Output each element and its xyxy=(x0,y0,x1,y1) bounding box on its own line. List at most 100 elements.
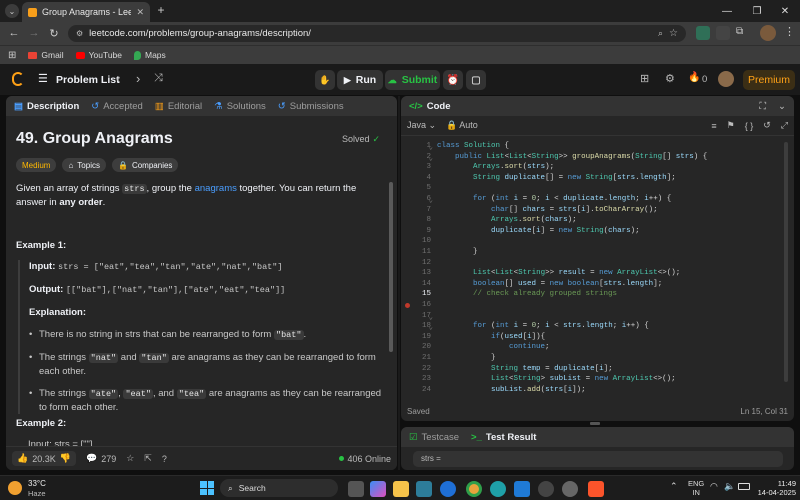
submit-button[interactable]: ☁ Submit xyxy=(385,70,440,90)
description-scrollbar[interactable] xyxy=(389,182,393,352)
tab-title: Group Anagrams - LeetCode xyxy=(42,7,132,17)
tab-close-icon[interactable]: ✕ xyxy=(136,7,144,18)
weather-icon[interactable] xyxy=(8,481,22,495)
address-bar[interactable]: ⚙ leetcode.com/problems/group-anagrams/d… xyxy=(68,25,686,42)
vscode-icon[interactable] xyxy=(514,481,530,497)
collapse-icon[interactable]: ⌄ xyxy=(778,101,786,112)
minimize-icon[interactable]: — xyxy=(712,2,742,20)
history-icon: ↺ xyxy=(277,100,286,112)
extension-icon[interactable] xyxy=(716,26,730,40)
tab-solutions[interactable]: ⚗ Solutions xyxy=(214,101,266,112)
favorite-star-icon[interactable]: ☆ xyxy=(126,453,134,464)
menu-kebab-icon[interactable]: ⋮ xyxy=(784,25,795,38)
thumbs-down-icon[interactable]: 👎 xyxy=(60,453,71,464)
language-select[interactable]: Java ⌄ xyxy=(407,120,436,131)
zoom-icon[interactable]: ⌕ xyxy=(658,28,663,39)
fullscreen-icon[interactable]: ⤢ xyxy=(781,120,788,131)
topics-button[interactable]: ⌂ Topics xyxy=(62,158,106,172)
restore-icon[interactable]: ❐ xyxy=(742,2,772,20)
settings-gear-icon[interactable]: ⚙ xyxy=(665,72,675,85)
bookmark-gmail[interactable]: Gmail xyxy=(28,50,64,60)
input-label: Input: xyxy=(29,261,56,272)
problem-title[interactable]: 49. Group Anagrams xyxy=(16,130,173,148)
streak-fire-icon[interactable]: 🔥 xyxy=(688,72,700,83)
fold-chevron-icon[interactable]: ⌄ xyxy=(423,142,433,152)
clock[interactable]: 11:49 14-04-2025 xyxy=(752,479,796,497)
format-icon[interactable]: ≡ xyxy=(711,121,716,131)
user-avatar[interactable] xyxy=(718,71,734,87)
tab-description[interactable]: ▤ Description xyxy=(14,101,79,112)
app-icon[interactable] xyxy=(538,481,554,497)
layout-grid-icon[interactable]: ⊞ xyxy=(640,72,649,85)
profile-avatar[interactable] xyxy=(760,25,776,41)
tab-accepted[interactable]: ↺ Accepted xyxy=(91,101,143,112)
apps-grid-icon[interactable]: ⊞ xyxy=(8,50,16,61)
chrome-icon[interactable] xyxy=(466,481,482,497)
notes-icon[interactable]: ▢ xyxy=(466,70,486,90)
like-button[interactable]: 👍 20.3K 👎 xyxy=(12,451,76,466)
back-icon[interactable]: ← xyxy=(6,25,22,41)
edge-icon[interactable] xyxy=(490,481,506,497)
timer-icon[interactable]: ⏰ xyxy=(443,70,463,90)
braces-icon[interactable]: { } xyxy=(745,121,754,131)
share-icon[interactable]: ⇱ xyxy=(144,453,152,464)
auto-mode-toggle[interactable]: 🔒 Auto xyxy=(446,120,478,131)
companies-button[interactable]: 🔒 Companies xyxy=(111,158,179,172)
file-explorer-icon[interactable] xyxy=(393,481,409,497)
tab-test-result[interactable]: >_ Test Result xyxy=(471,432,536,443)
tab-testcase[interactable]: ☑ Testcase xyxy=(409,432,459,443)
copilot-icon[interactable] xyxy=(370,481,386,497)
reset-icon[interactable]: ↺ xyxy=(763,120,771,131)
breakpoint-dot-icon[interactable] xyxy=(405,303,410,308)
bookmark-maps[interactable]: Maps xyxy=(134,50,166,60)
tab-submissions[interactable]: ↺ Submissions xyxy=(278,101,344,112)
extensions-puzzle-icon[interactable]: ⧉ xyxy=(736,26,750,40)
wifi-icon[interactable]: ◠ xyxy=(710,481,718,492)
brave-icon[interactable] xyxy=(588,481,604,497)
bookmark-youtube[interactable]: YouTube xyxy=(75,50,122,60)
debug-button[interactable]: ✋ xyxy=(315,70,335,90)
bookmark-star-icon[interactable]: ☆ xyxy=(669,28,678,39)
anagrams-link[interactable]: anagrams xyxy=(195,183,237,194)
problem-list-link[interactable]: Problem List xyxy=(56,74,120,86)
battery-icon[interactable] xyxy=(738,483,750,490)
reload-icon[interactable]: ↻ xyxy=(46,25,62,41)
fold-chevron-icon[interactable]: ⌄ xyxy=(423,153,433,163)
taskbar-search[interactable]: ⌕ Search xyxy=(220,479,338,497)
vertical-splitter[interactable] xyxy=(398,96,400,470)
horizontal-splitter[interactable] xyxy=(590,422,600,425)
test-input-box[interactable]: strs = xyxy=(413,451,783,467)
taskview-icon[interactable] xyxy=(348,481,364,497)
app-icon[interactable] xyxy=(562,481,578,497)
next-problem-icon[interactable]: › xyxy=(136,71,140,86)
leetcode-logo-icon[interactable] xyxy=(12,72,24,86)
volume-icon[interactable]: 🔈 xyxy=(724,481,735,492)
language-indicator[interactable]: ENG IN xyxy=(688,479,704,497)
tray-chevron-icon[interactable]: ⌃ xyxy=(670,481,678,492)
run-button[interactable]: ▶ Run xyxy=(337,70,383,90)
tab-editorial[interactable]: ▥ Editorial xyxy=(155,101,202,112)
close-window-icon[interactable]: ✕ xyxy=(770,2,800,20)
fold-chevron-icon[interactable]: ⌄ xyxy=(423,322,433,332)
site-info-icon[interactable]: ⚙ xyxy=(76,29,83,38)
fold-chevron-icon[interactable]: ⌄ xyxy=(423,312,433,322)
fold-chevron-icon[interactable]: ⌄ xyxy=(423,195,433,205)
forward-icon[interactable]: → xyxy=(26,25,42,41)
app-icon[interactable] xyxy=(416,481,432,497)
help-icon[interactable]: ? xyxy=(162,454,167,464)
start-windows-icon[interactable] xyxy=(200,481,214,495)
app-icon[interactable] xyxy=(440,481,456,497)
premium-button[interactable]: Premium xyxy=(743,70,795,90)
comments-button[interactable]: 💬 279 xyxy=(86,453,116,464)
maximize-icon[interactable]: ⛶ xyxy=(759,101,766,112)
problem-list-icon[interactable]: ☰ xyxy=(38,72,48,85)
editor-scrollbar[interactable] xyxy=(784,142,788,382)
browser-tab[interactable]: Group Anagrams - LeetCode ✕ xyxy=(22,2,150,22)
extension-icon[interactable] xyxy=(696,26,710,40)
prev-problem-icon[interactable]: ‹ xyxy=(116,71,120,86)
new-tab-button[interactable]: + xyxy=(154,3,168,17)
tab-search-icon[interactable]: ⌄ xyxy=(5,4,19,18)
random-problem-icon[interactable]: ⤨ xyxy=(154,72,163,85)
bookmark-icon[interactable]: ⚑ xyxy=(727,120,735,131)
code-editor[interactable]: 1 ⌄ class Solution {2 ⌄ public List<List<St… xyxy=(401,138,794,394)
